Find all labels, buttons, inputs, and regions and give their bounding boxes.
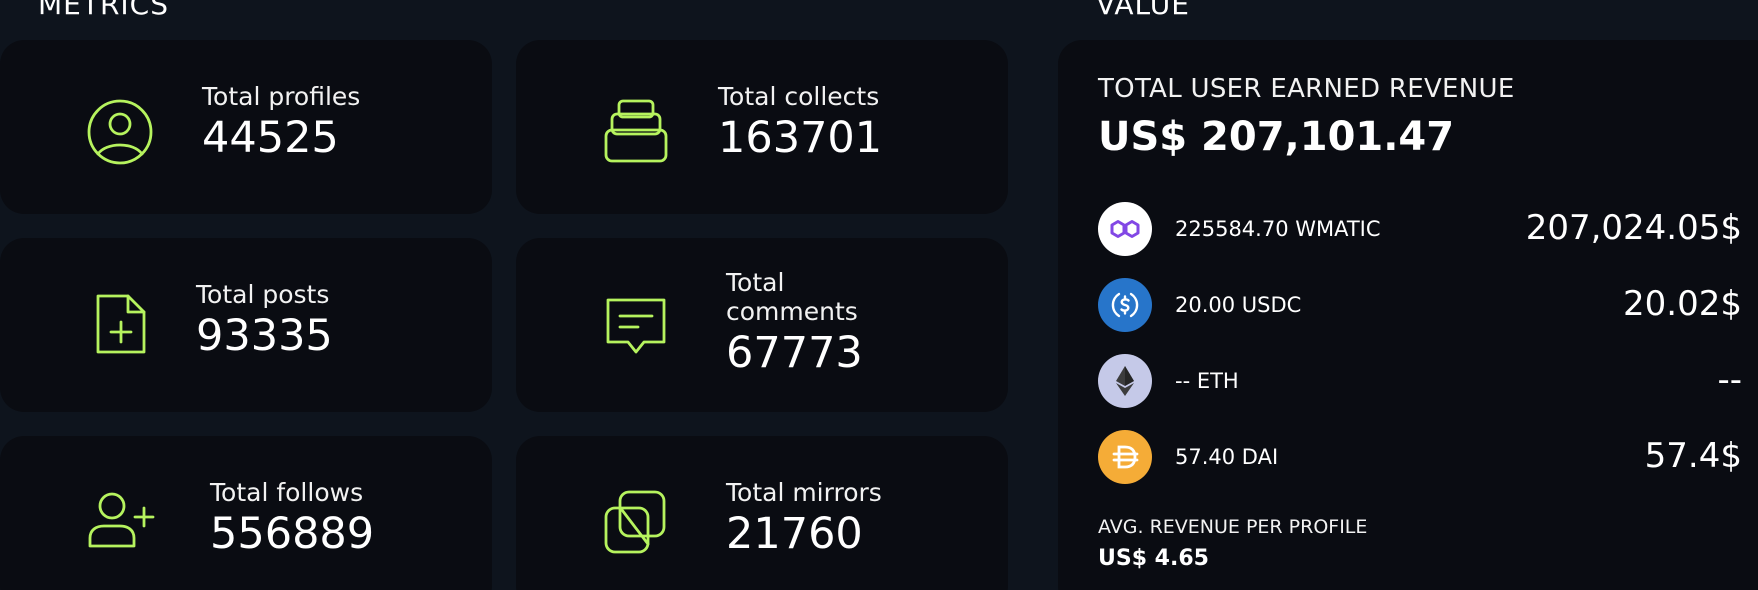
- revenue-total: US$ 207,101.47: [1098, 114, 1455, 160]
- metric-value: 44525: [202, 113, 339, 163]
- token-amount: 20.00 USDC: [1175, 293, 1302, 317]
- metric-value: 21760: [726, 509, 863, 559]
- metric-label: Total comments: [726, 268, 858, 326]
- revenue-title: TOTAL USER EARNED REVENUE: [1098, 74, 1515, 104]
- token-amount: 225584.70 WMATIC: [1175, 217, 1381, 241]
- metric-label: Total mirrors: [726, 478, 882, 507]
- token-row-wmatic: 225584.70 WMATIC 207,024.05$: [1098, 202, 1742, 258]
- value-section-label: VALUE: [1096, 0, 1190, 21]
- user-circle-icon: [84, 96, 156, 168]
- file-plus-icon: [84, 288, 156, 360]
- metric-label: Total profiles: [202, 82, 361, 111]
- bag-icon: [600, 96, 672, 168]
- metric-label: Total follows: [210, 478, 364, 507]
- metric-card-comments: Total comments 67773: [516, 238, 1008, 412]
- avg-revenue-label: AVG. REVENUE PER PROFILE: [1098, 516, 1368, 538]
- metric-card-collects: Total collects 163701: [516, 40, 1008, 214]
- metric-value: 93335: [196, 311, 333, 361]
- token-row-dai: 57.40 DAI 57.4$: [1098, 430, 1742, 486]
- ethereum-icon: [1098, 354, 1152, 408]
- token-usd-value: 207,024.05$: [1525, 208, 1742, 248]
- dai-icon: [1098, 430, 1152, 484]
- metric-value: 556889: [210, 509, 375, 559]
- metric-card-profiles: Total profiles 44525: [0, 40, 492, 214]
- metric-value: 163701: [718, 113, 883, 163]
- copy-icon: [600, 488, 672, 560]
- metric-label: Total posts: [196, 280, 330, 309]
- usdc-icon: [1098, 278, 1152, 332]
- token-usd-value: 20.02$: [1623, 284, 1742, 324]
- metric-label: Total collects: [718, 82, 880, 111]
- metric-card-posts: Total posts 93335: [0, 238, 492, 412]
- token-usd-value: --: [1717, 360, 1742, 400]
- metric-card-follows: Total follows 556889: [0, 436, 492, 590]
- metric-value: 67773: [726, 328, 863, 378]
- polygon-icon: [1098, 202, 1152, 256]
- token-row-usdc: 20.00 USDC 20.02$: [1098, 278, 1742, 334]
- token-amount: 57.40 DAI: [1175, 445, 1279, 469]
- token-amount: -- ETH: [1175, 369, 1239, 393]
- token-row-eth: -- ETH --: [1098, 354, 1742, 410]
- user-plus-icon: [84, 486, 156, 558]
- message-icon: [600, 294, 672, 366]
- metrics-section-label: METRICS: [38, 0, 169, 21]
- avg-revenue-value: US$ 4.65: [1098, 546, 1209, 571]
- metric-card-mirrors: Total mirrors 21760: [516, 436, 1008, 590]
- revenue-card: TOTAL USER EARNED REVENUE US$ 207,101.47…: [1058, 40, 1758, 590]
- token-usd-value: 57.4$: [1644, 436, 1742, 476]
